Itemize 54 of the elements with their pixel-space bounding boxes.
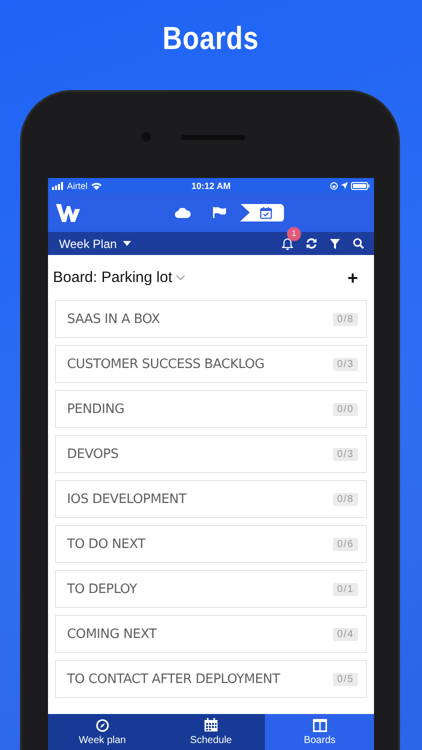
search-icon[interactable] <box>353 238 364 249</box>
cloud-icon <box>175 208 191 218</box>
compass-icon <box>96 718 109 732</box>
logo-icon <box>56 204 80 222</box>
columns-icon <box>312 718 327 732</box>
board-list-card[interactable]: CUSTOMER SUCCESS BACKLOG 0/3 <box>55 345 367 383</box>
board-list-card[interactable]: DEVOPS 0/3 <box>55 435 367 473</box>
status-time: 10:12 AM <box>191 180 231 190</box>
list-name: COMING NEXT <box>67 626 157 642</box>
count-badge: 0/5 <box>333 672 358 686</box>
count-badge: 0/1 <box>333 582 358 596</box>
list-name: IOS DEVELOPMENT <box>67 492 186 506</box>
board-list-card[interactable]: SAAS IN A BOX 0/8 <box>55 300 367 338</box>
count-badge: 0/8 <box>333 312 358 326</box>
view-dropdown[interactable]: Week Plan <box>59 236 131 250</box>
board-list-card[interactable]: COMING NEXT 0/4 <box>55 615 367 653</box>
signal-icon <box>52 182 64 190</box>
board-list-card[interactable]: TO DO NEXT 0/6 <box>55 525 367 563</box>
count-badge: 0/4 <box>333 628 358 640</box>
chevron-down-icon <box>176 275 186 280</box>
list-name: TO DEPLOY <box>67 582 137 596</box>
carrier-name: Airtel <box>67 180 88 190</box>
bell-icon[interactable] <box>282 238 293 250</box>
board-list-card[interactable]: PENDING 0/0 <box>55 390 367 428</box>
list-name: TO CONTACT AFTER DEPLOYMENT <box>67 672 280 686</box>
caret-icon <box>122 241 131 246</box>
count-badge: 0/3 <box>333 448 358 460</box>
flag-icon <box>212 207 226 218</box>
board-list-card[interactable]: TO DEPLOY 0/1 <box>55 570 367 608</box>
board-dropdown[interactable]: Board: Parking lot <box>53 269 186 286</box>
count-badge: 0/6 <box>333 538 358 550</box>
add-button[interactable]: + <box>345 268 360 286</box>
count-badge: 0/3 <box>333 358 358 370</box>
calendar-icon <box>260 206 272 218</box>
page-title: Boards <box>162 20 260 57</box>
nav-tab[interactable]: Boards <box>265 714 374 750</box>
board-list-card[interactable]: TO CONTACT AFTER DEPLOYMENT 0/5 <box>55 660 367 698</box>
list-name: PENDING <box>67 402 124 416</box>
nav-tab[interactable]: Week plan <box>48 714 157 750</box>
refresh-icon[interactable] <box>306 238 317 249</box>
board-list-card[interactable]: IOS DEVELOPMENT 0/8 <box>55 480 367 518</box>
count-badge: 0/8 <box>333 492 358 506</box>
list-name: CUSTOMER SUCCESS BACKLOG <box>67 356 264 372</box>
nav-tab[interactable]: Schedule <box>156 714 266 750</box>
location-icon <box>341 182 348 189</box>
calendar-icon <box>204 718 218 732</box>
count-badge: 0/0 <box>333 402 358 416</box>
filter-icon[interactable] <box>330 238 340 248</box>
header-tab[interactable] <box>240 204 284 222</box>
list-name: SAAS IN A BOX <box>67 312 160 326</box>
list-name: TO DO NEXT <box>67 536 146 552</box>
list-name: DEVOPS <box>67 446 118 462</box>
wifi-icon <box>90 182 102 190</box>
battery-icon <box>351 182 370 190</box>
